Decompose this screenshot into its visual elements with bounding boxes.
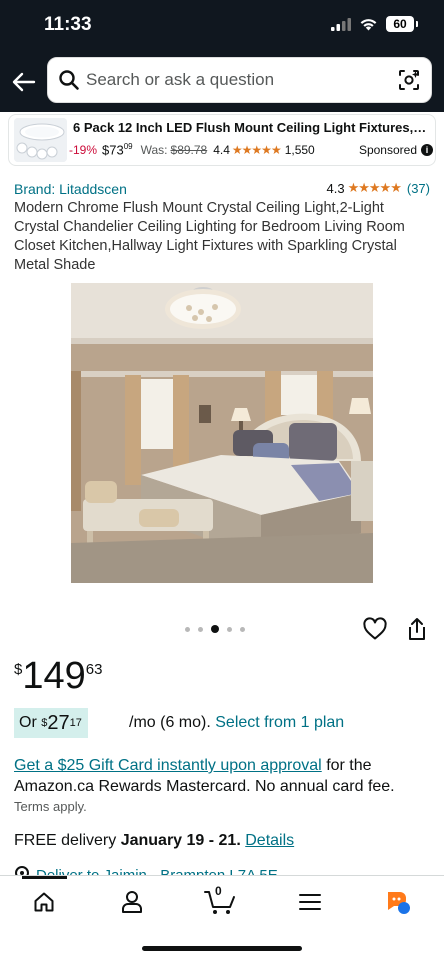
product-image[interactable] xyxy=(71,283,373,583)
battery-cap xyxy=(416,21,418,27)
installment-whole: 27 xyxy=(47,711,70,734)
carousel-dot[interactable] xyxy=(240,626,245,632)
sponsored-product-title[interactable]: 6 Pack 12 Inch LED Flush Mount Ceiling L… xyxy=(73,120,429,135)
share-icon xyxy=(409,618,425,640)
carousel-dot[interactable] xyxy=(227,626,232,632)
wifi-icon xyxy=(360,19,377,31)
sponsored-product-image xyxy=(14,118,67,162)
wishlist-button[interactable] xyxy=(362,617,388,646)
status-indicators: 60 xyxy=(331,16,418,32)
installment-price: Or $27 17 xyxy=(14,708,88,738)
rufus-ai-icon xyxy=(388,892,410,914)
sponsored-was-price: $89.78 xyxy=(170,142,208,157)
rating-value: 4.3 xyxy=(326,180,345,196)
account-icon xyxy=(122,891,142,913)
rating-count[interactable]: (37) xyxy=(407,181,430,196)
sponsored-rating: 4.4 xyxy=(213,142,230,157)
nav-menu[interactable] xyxy=(290,888,330,916)
home-icon xyxy=(34,892,54,912)
rating-stars-icon: ★★★★★ xyxy=(347,180,402,195)
installment-prefix: Or xyxy=(19,714,37,731)
cellular-signal-icon xyxy=(331,17,351,31)
carousel-dot[interactable] xyxy=(185,626,190,632)
heart-icon xyxy=(363,617,387,640)
product-title: Modern Chrome Flush Mount Crystal Ceilin… xyxy=(14,200,405,273)
delivery-info: FREE delivery January 19 - 21. Details xyxy=(14,832,294,850)
carousel-dot[interactable] xyxy=(211,625,219,633)
nav-home[interactable] xyxy=(24,888,64,916)
sponsored-price-whole: $73 xyxy=(102,142,124,158)
image-carousel-dots[interactable] xyxy=(185,625,245,633)
sponsored-price: $7309 xyxy=(102,142,133,157)
back-button[interactable] xyxy=(8,66,40,98)
delivery-dates: January 19 - 21. xyxy=(120,832,241,849)
app-header xyxy=(0,52,444,112)
nav-rufus[interactable] xyxy=(378,888,418,916)
sponsored-product-ad[interactable]: 6 Pack 12 Inch LED Flush Mount Ceiling L… xyxy=(8,114,436,166)
brand-link[interactable]: Brand: Litaddscen xyxy=(14,181,127,197)
search-input[interactable] xyxy=(86,58,386,102)
delivery-details-link[interactable]: Details xyxy=(245,832,294,849)
nav-account[interactable] xyxy=(112,888,152,916)
status-bar: 11:33 60 xyxy=(0,0,444,52)
gift-card-offer: Get a $25 Gift Card instantly upon appro… xyxy=(14,755,430,797)
arrow-left-icon xyxy=(12,72,36,92)
cart-count-badge: 0 xyxy=(215,884,222,898)
select-plan-link[interactable]: Select from 1 plan xyxy=(215,714,344,731)
nav-cart[interactable]: 0 xyxy=(200,884,240,916)
product-price: $ 149 63 xyxy=(14,656,102,696)
gift-card-link[interactable]: Get a $25 Gift Card instantly upon appro… xyxy=(14,757,322,774)
installment-terms: /mo (6 mo). Select from 1 plan xyxy=(129,714,344,732)
sponsored-product-meta: -19% $7309 Was: $89.78 4.4 ★★★★★ 1,550 S… xyxy=(69,142,433,157)
terms-text: Terms apply. xyxy=(14,799,87,814)
sponsored-price-fraction: 09 xyxy=(123,142,133,151)
price-symbol: $ xyxy=(14,661,23,678)
nav-active-indicator xyxy=(22,876,67,879)
product-rating[interactable]: 4.3 ★★★★★ (37) xyxy=(327,180,430,196)
search-icon xyxy=(59,70,79,90)
menu-icon xyxy=(299,894,321,910)
sponsored-review-count: 1,550 xyxy=(284,142,315,157)
carousel-dot[interactable] xyxy=(198,626,203,632)
battery-indicator: 60 xyxy=(386,16,414,32)
camera-scan-icon[interactable] xyxy=(397,68,421,92)
sponsored-discount: -19% xyxy=(69,142,98,157)
share-button[interactable] xyxy=(406,617,428,646)
sponsored-was-label: Was: xyxy=(140,142,168,157)
delivery-prefix: FREE delivery xyxy=(14,832,117,849)
status-time: 11:33 xyxy=(44,14,92,35)
search-bar[interactable] xyxy=(47,57,432,103)
price-whole: 149 xyxy=(22,655,86,697)
price-fraction: 63 xyxy=(85,661,103,678)
sponsored-label: Sponsored xyxy=(358,142,417,157)
info-icon[interactable]: i xyxy=(421,143,433,156)
sponsored-stars-icon: ★★★★★ xyxy=(231,142,282,157)
installment-fraction: 17 xyxy=(69,717,82,729)
bottom-navigation: 0 xyxy=(0,875,444,960)
installment-term: /mo (6 mo). xyxy=(129,714,211,731)
home-indicator xyxy=(142,946,302,951)
